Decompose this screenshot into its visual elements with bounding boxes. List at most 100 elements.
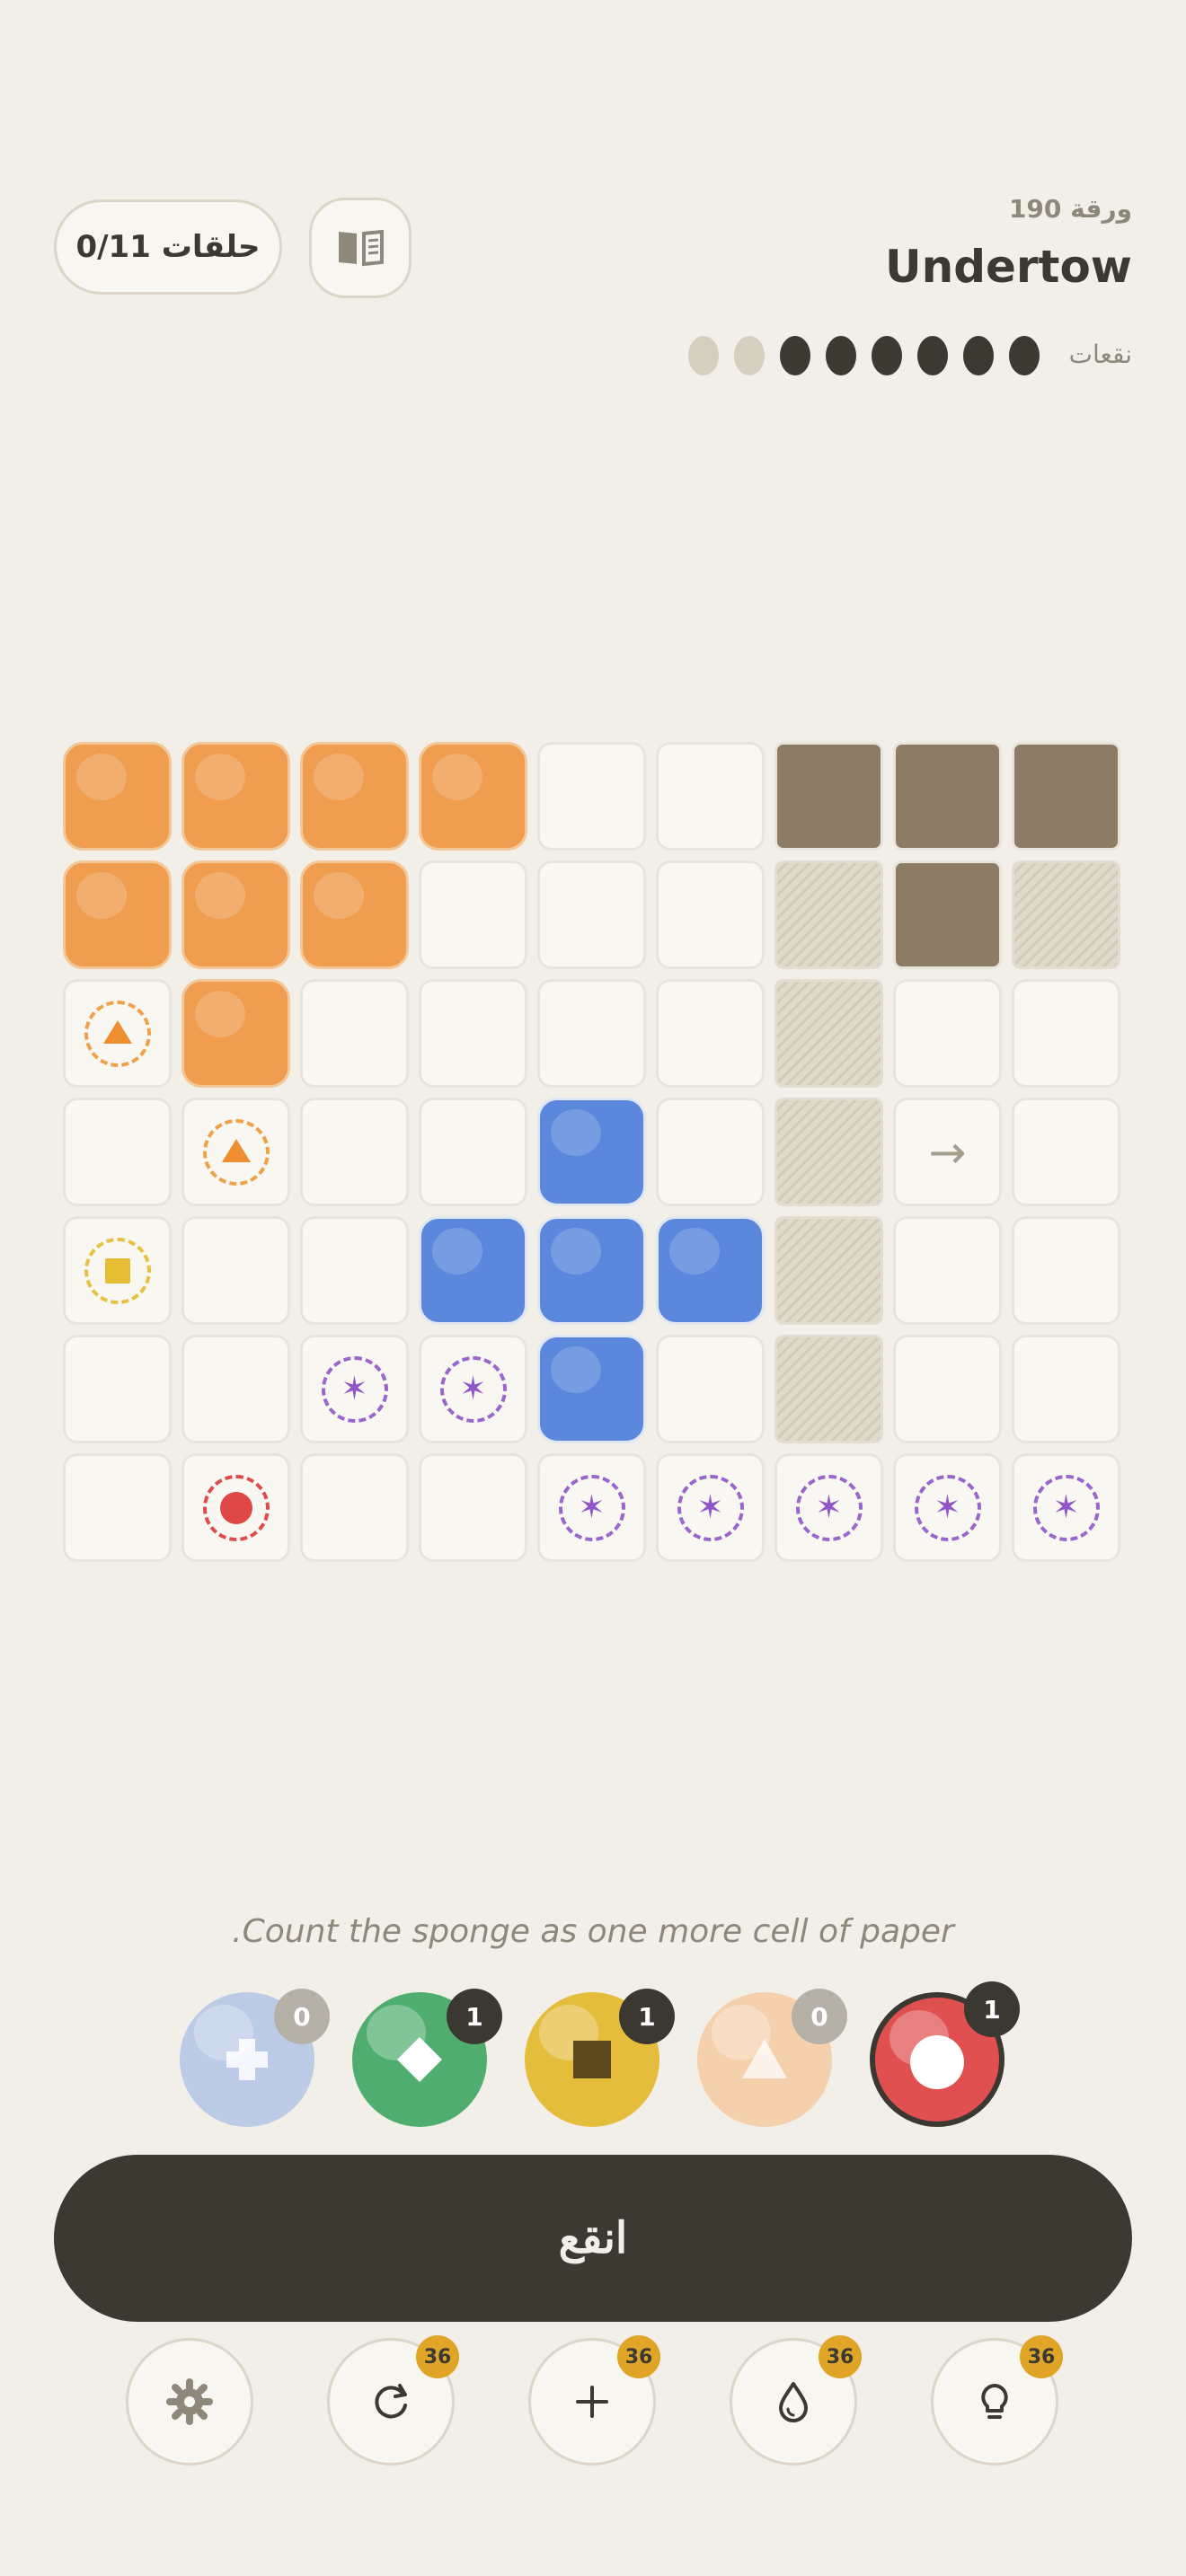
star-icon: ✶ bbox=[934, 1488, 961, 1526]
board-cell[interactable] bbox=[300, 1453, 409, 1562]
board-cell-orange[interactable] bbox=[300, 742, 409, 851]
settings-button[interactable] bbox=[126, 2338, 253, 2466]
board-cell[interactable] bbox=[656, 860, 765, 969]
board-cell[interactable] bbox=[537, 979, 646, 1088]
board-cell-hatch[interactable] bbox=[774, 1098, 883, 1206]
restart-icon bbox=[375, 2384, 407, 2419]
tool-count-badge: 36 bbox=[819, 2335, 862, 2378]
board-cell-orange[interactable] bbox=[63, 742, 172, 851]
orange-ring-target bbox=[202, 1118, 270, 1186]
board-cell-blue[interactable] bbox=[537, 1216, 646, 1325]
yellow-ring-target bbox=[84, 1237, 151, 1304]
board-cell-orange[interactable] bbox=[63, 860, 172, 969]
board-cell[interactable] bbox=[181, 1098, 290, 1206]
lightbulb-icon bbox=[981, 2384, 1008, 2419]
triangle-icon bbox=[221, 1138, 251, 1162]
board-cell[interactable] bbox=[893, 1216, 1002, 1325]
board-cell-orange[interactable] bbox=[181, 860, 290, 969]
board-cell[interactable] bbox=[419, 979, 527, 1088]
orange-ring-target bbox=[84, 1000, 151, 1067]
color-count-badge: 0 bbox=[792, 1989, 847, 2044]
tool-count-badge: 36 bbox=[416, 2335, 459, 2378]
board-cell[interactable] bbox=[1012, 979, 1120, 1088]
board-cell-brown[interactable] bbox=[893, 742, 1002, 851]
board-cell[interactable]: ✶ bbox=[656, 1453, 765, 1562]
triangle-icon bbox=[102, 1019, 132, 1044]
circle-icon bbox=[219, 1491, 252, 1524]
board-cell[interactable] bbox=[300, 1216, 409, 1325]
board-cell-orange[interactable] bbox=[419, 742, 527, 851]
star-icon: ✶ bbox=[815, 1488, 843, 1526]
square-icon bbox=[104, 1257, 130, 1284]
board-cell-brown[interactable] bbox=[1012, 742, 1120, 851]
board-cell[interactable] bbox=[63, 979, 172, 1088]
board-cell[interactable] bbox=[893, 1335, 1002, 1443]
restart-button[interactable]: 36 bbox=[327, 2335, 459, 2466]
board-cell-blue[interactable] bbox=[537, 1335, 646, 1443]
sheet-number: ورقة 190 bbox=[1008, 194, 1132, 224]
board-cell[interactable] bbox=[300, 979, 409, 1088]
board-cell-hatch[interactable] bbox=[1012, 860, 1120, 969]
board-cell[interactable] bbox=[181, 1335, 290, 1443]
color-count-badge: 1 bbox=[447, 1989, 502, 2044]
arrow-right-icon: → bbox=[928, 1125, 967, 1178]
level-title: Undertow bbox=[885, 241, 1132, 293]
drop-icon bbox=[780, 336, 810, 375]
book-icon bbox=[339, 229, 384, 267]
board-cell[interactable] bbox=[1012, 1335, 1120, 1443]
board-cell-brown[interactable] bbox=[893, 860, 1002, 969]
board-cell[interactable] bbox=[537, 860, 646, 969]
board-cell[interactable]: ✶ bbox=[537, 1453, 646, 1562]
rings-counter[interactable]: 0/11 حلقات bbox=[54, 199, 282, 295]
board-cell-brown[interactable] bbox=[774, 742, 883, 851]
star-icon: ✶ bbox=[696, 1488, 724, 1526]
gear-icon bbox=[166, 2378, 213, 2425]
purple-ring-target: ✶ bbox=[439, 1355, 507, 1423]
hint-button[interactable]: 36 bbox=[931, 2335, 1063, 2466]
drop-icon bbox=[826, 336, 856, 375]
soak-button[interactable]: انقع bbox=[54, 2155, 1132, 2322]
board-cell-hatch[interactable] bbox=[774, 979, 883, 1088]
color-count-badge: 0 bbox=[274, 1989, 330, 2044]
rules-book-button[interactable] bbox=[309, 198, 412, 298]
board-cell-hatch[interactable] bbox=[774, 1216, 883, 1325]
board-cell[interactable] bbox=[419, 1453, 527, 1562]
drops-indicator bbox=[688, 336, 1040, 375]
tool-count-badge: 36 bbox=[617, 2335, 660, 2378]
board-cell[interactable] bbox=[419, 860, 527, 969]
board-cell[interactable] bbox=[63, 1453, 172, 1562]
board-cell-blue[interactable] bbox=[656, 1216, 765, 1325]
board-cell-hatch[interactable] bbox=[774, 860, 883, 969]
board-cell[interactable] bbox=[181, 1453, 290, 1562]
board-cell[interactable] bbox=[656, 979, 765, 1088]
board-cell[interactable] bbox=[656, 1098, 765, 1206]
board-cell[interactable]: → bbox=[893, 1098, 1002, 1206]
board-cell[interactable] bbox=[300, 1098, 409, 1206]
drop-icon bbox=[1009, 336, 1040, 375]
board-cell[interactable]: ✶ bbox=[893, 1453, 1002, 1562]
board-cell[interactable] bbox=[1012, 1216, 1120, 1325]
board-cell[interactable] bbox=[1012, 1098, 1120, 1206]
board-cell[interactable] bbox=[181, 1216, 290, 1325]
board-cell[interactable] bbox=[63, 1216, 172, 1325]
board-cell[interactable]: ✶ bbox=[1012, 1453, 1120, 1562]
board-cell-orange[interactable] bbox=[181, 742, 290, 851]
add-button[interactable]: 36 bbox=[528, 2335, 660, 2466]
board-cell[interactable]: ✶ bbox=[419, 1335, 527, 1443]
board-cell[interactable] bbox=[419, 1098, 527, 1206]
board-cell[interactable] bbox=[893, 979, 1002, 1088]
board-cell[interactable] bbox=[537, 742, 646, 851]
board-cell[interactable] bbox=[63, 1335, 172, 1443]
board-cell-blue[interactable] bbox=[419, 1216, 527, 1325]
board-cell[interactable]: ✶ bbox=[300, 1335, 409, 1443]
board-cell-orange[interactable] bbox=[300, 860, 409, 969]
board-cell[interactable] bbox=[656, 742, 765, 851]
drop-icon bbox=[963, 336, 994, 375]
board-cell[interactable] bbox=[63, 1098, 172, 1206]
board-cell[interactable] bbox=[656, 1335, 765, 1443]
board-cell-orange[interactable] bbox=[181, 979, 290, 1088]
board-cell-hatch[interactable] bbox=[774, 1335, 883, 1443]
drop-button[interactable]: 36 bbox=[730, 2335, 862, 2466]
board-cell-blue[interactable] bbox=[537, 1098, 646, 1206]
board-cell[interactable]: ✶ bbox=[774, 1453, 883, 1562]
